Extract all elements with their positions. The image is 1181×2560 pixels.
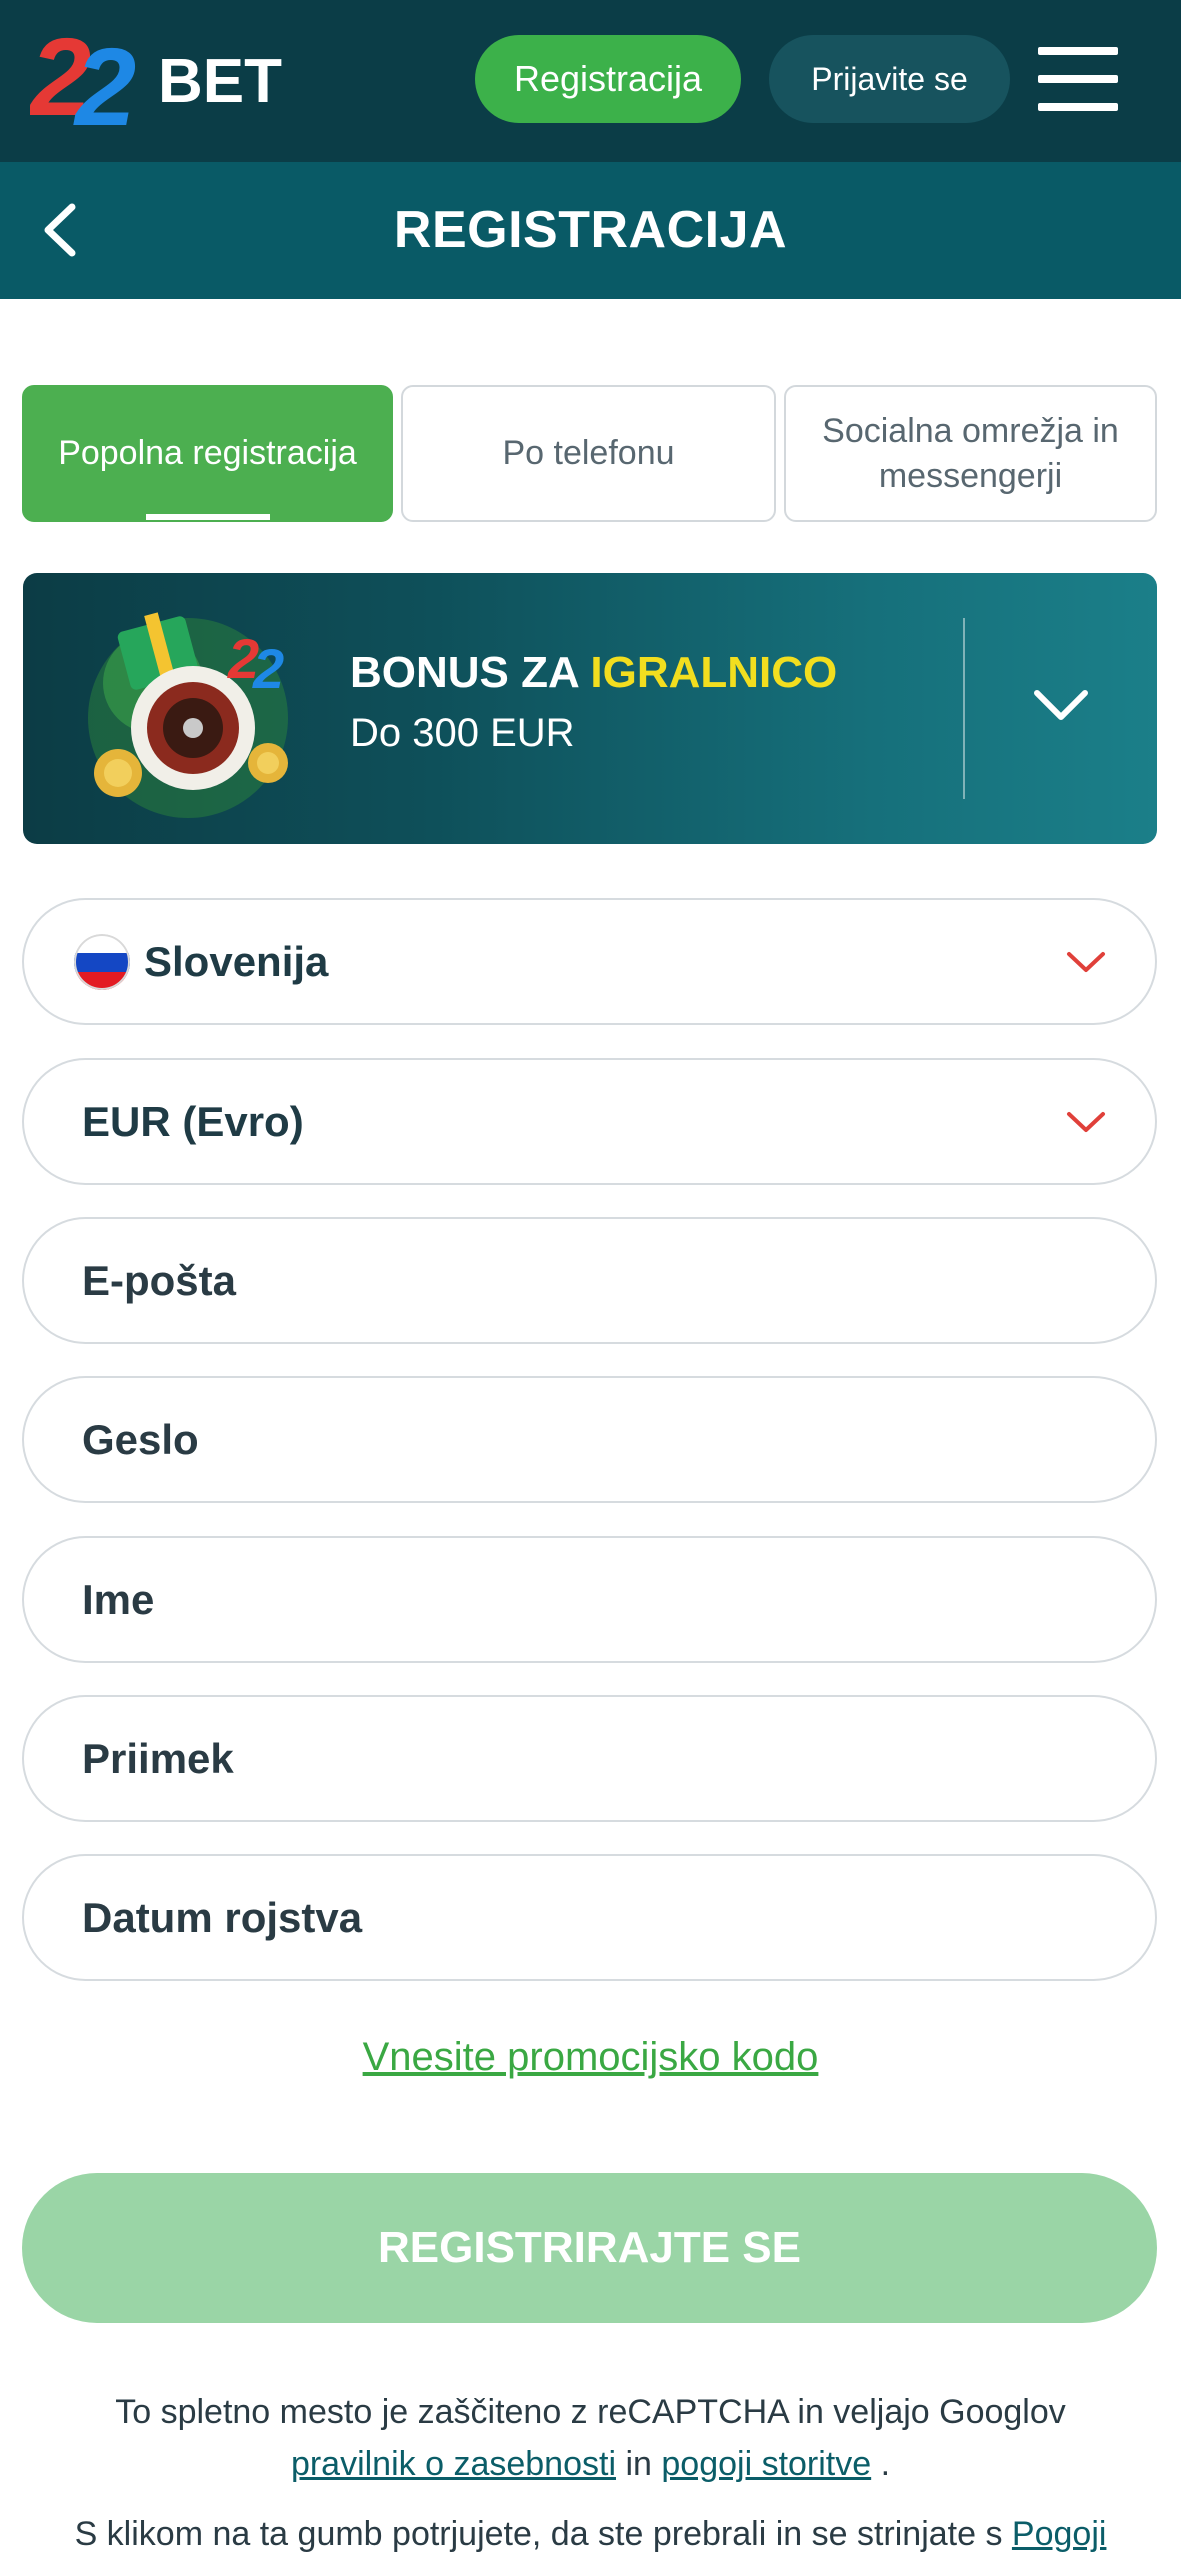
recaptcha-notice: To spletno mesto je zaščiteno z reCAPTCH… bbox=[40, 2386, 1141, 2490]
register-submit-button[interactable]: REGISTRIRAJTE SE bbox=[22, 2173, 1157, 2323]
recaptcha-text: To spletno mesto je zaščiteno z reCAPTCH… bbox=[115, 2393, 1066, 2431]
privacy-policy-link[interactable]: pravilnik o zasebnosti bbox=[291, 2445, 616, 2483]
currency-value: EUR (Evro) bbox=[82, 1097, 304, 1145]
chevron-down-icon bbox=[1065, 1108, 1107, 1136]
divider bbox=[963, 618, 965, 799]
consent-text: S klikom na ta gumb potrjujete, da ste p… bbox=[74, 2515, 1003, 2553]
last-name-field-wrapper bbox=[22, 1695, 1157, 1822]
birthdate-field-wrapper bbox=[22, 1854, 1157, 1981]
top-bar: 2 2 BET Registracija Prijavite se bbox=[0, 0, 1181, 162]
country-select[interactable]: Slovenija bbox=[22, 898, 1157, 1025]
hamburger-menu-icon[interactable] bbox=[1038, 47, 1118, 111]
tab-label: Popolna registracija bbox=[58, 434, 357, 472]
tab-label: Socialna omrežja in messengerji bbox=[822, 411, 1119, 495]
promo-code-link[interactable]: Vnesite promocijsko kodo bbox=[0, 2035, 1181, 2080]
tab-label: Po telefonu bbox=[502, 434, 675, 472]
first-name-field[interactable] bbox=[80, 1538, 1115, 1661]
period-text: . bbox=[880, 2445, 891, 2483]
svg-text:2: 2 bbox=[252, 637, 284, 700]
slovenia-flag-icon bbox=[74, 933, 130, 990]
email-field[interactable] bbox=[80, 1219, 1115, 1342]
chevron-down-icon bbox=[1065, 948, 1107, 976]
password-field-wrapper bbox=[22, 1376, 1157, 1503]
svg-text:2: 2 bbox=[73, 26, 136, 140]
login-button[interactable]: Prijavite se bbox=[769, 35, 1010, 123]
tab-full-registration[interactable]: Popolna registracija bbox=[22, 385, 393, 522]
svg-text:BET: BET bbox=[158, 47, 282, 116]
currency-select[interactable]: EUR (Evro) bbox=[22, 1058, 1157, 1185]
bonus-title-highlight: IGRALNICO bbox=[590, 648, 838, 697]
password-field[interactable] bbox=[80, 1378, 1115, 1501]
chevron-down-icon[interactable] bbox=[1031, 683, 1091, 729]
page-header: REGISTRACIJA bbox=[0, 162, 1181, 299]
birthdate-field[interactable] bbox=[80, 1856, 1115, 1979]
bonus-title: BONUS ZA IGRALNICO bbox=[350, 648, 837, 698]
last-name-field[interactable] bbox=[80, 1697, 1115, 1820]
email-field-wrapper bbox=[22, 1217, 1157, 1344]
terms-link[interactable]: Pogoji bbox=[1012, 2515, 1107, 2553]
terms-of-service-link[interactable]: pogoji storitve bbox=[661, 2445, 871, 2483]
page-title: REGISTRACIJA bbox=[393, 201, 788, 259]
active-tab-indicator bbox=[145, 514, 270, 520]
country-value: Slovenija bbox=[144, 937, 329, 985]
22bet-logo[interactable]: 2 2 BET bbox=[28, 16, 320, 149]
consent-notice: S klikom na ta gumb potrjujete, da ste p… bbox=[0, 2508, 1181, 2560]
bonus-title-prefix: BONUS ZA bbox=[350, 648, 591, 697]
register-button[interactable]: Registracija bbox=[475, 35, 741, 123]
and-text: in bbox=[625, 2445, 652, 2483]
first-name-field-wrapper bbox=[22, 1536, 1157, 1663]
bonus-banner[interactable]: 2 2 BONUS ZA IGRALNICO Do 300 EUR bbox=[23, 573, 1157, 844]
tab-social-networks[interactable]: Socialna omrežja in messengerji bbox=[784, 385, 1157, 522]
back-arrow-icon[interactable] bbox=[30, 197, 90, 263]
tab-by-phone[interactable]: Po telefonu bbox=[401, 385, 776, 522]
casino-bonus-image: 2 2 bbox=[63, 593, 323, 823]
bonus-amount: Do 300 EUR bbox=[350, 711, 575, 755]
